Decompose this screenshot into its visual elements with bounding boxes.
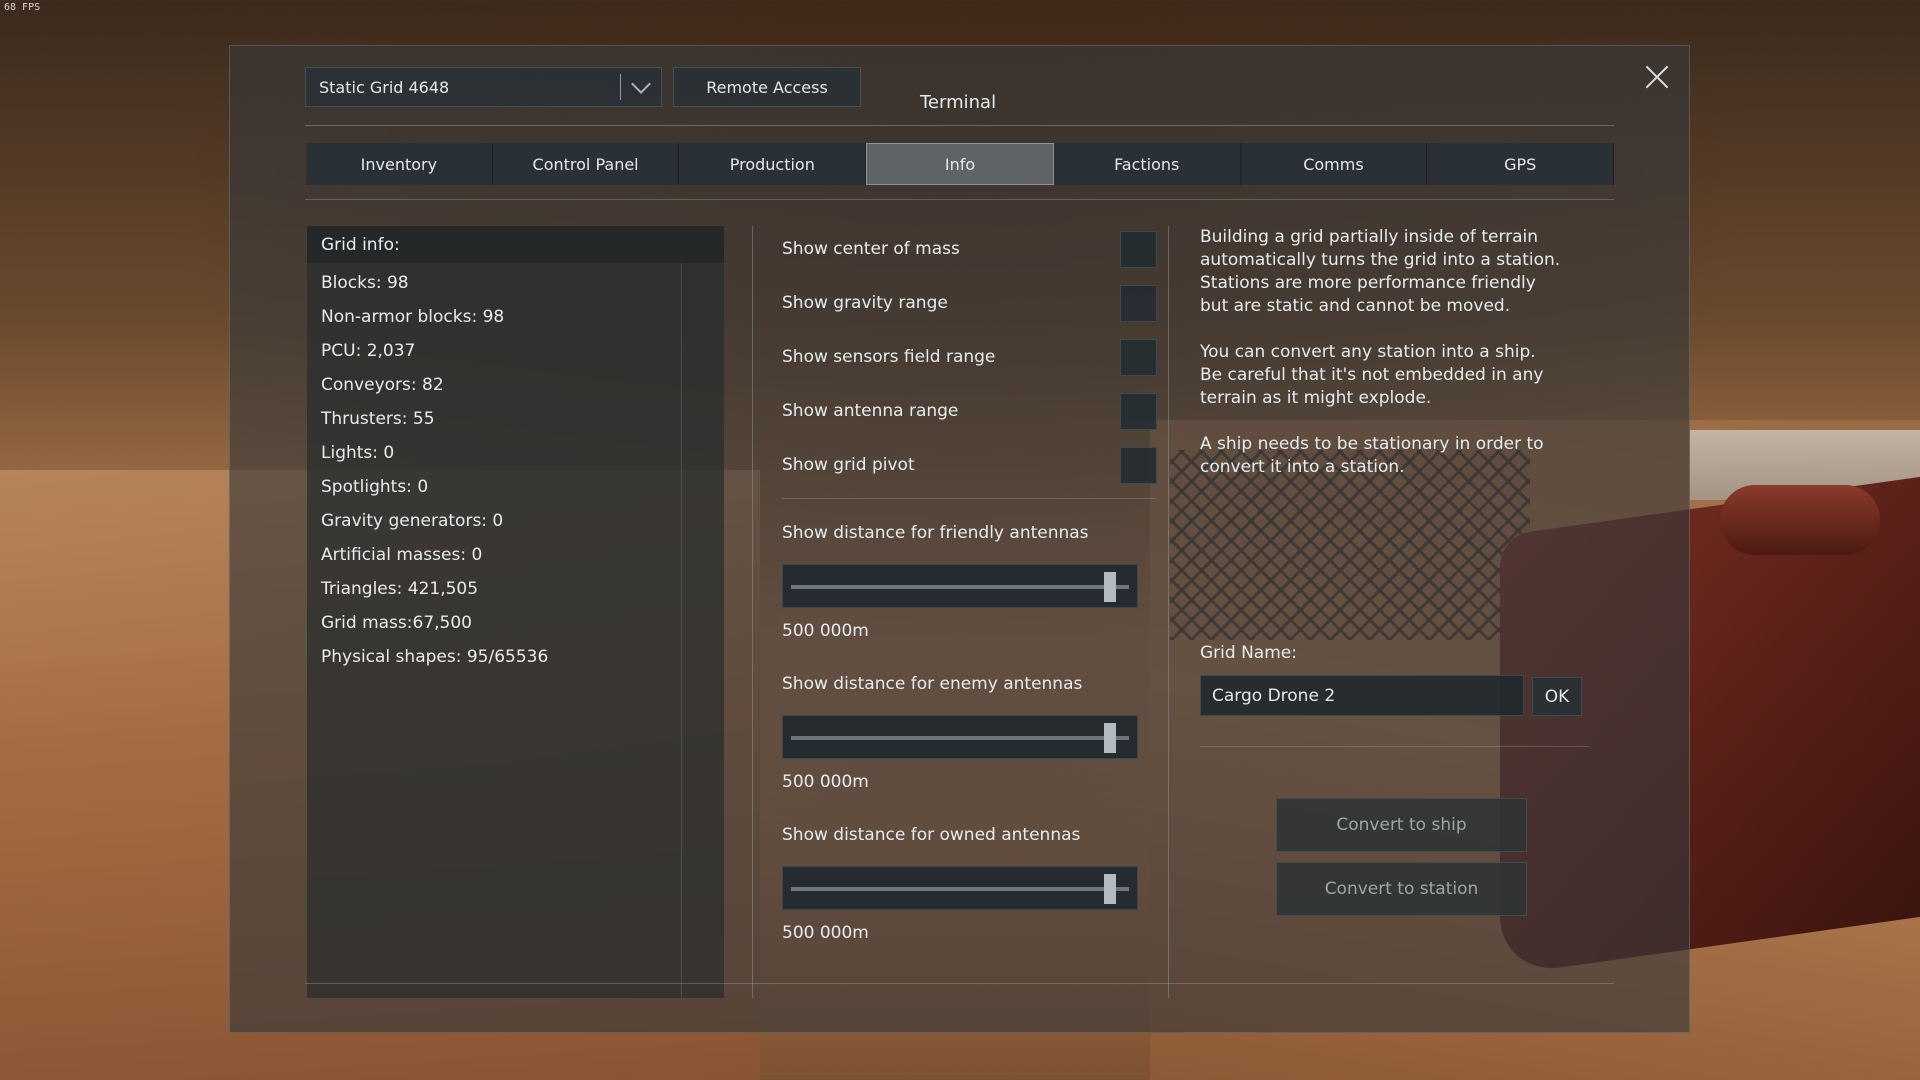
option-sensors-field-range: Show sensors field range — [782, 338, 1157, 376]
fps-counter: 68 FPS — [4, 2, 41, 13]
option-label: Show grid pivot — [782, 455, 915, 475]
column-divider — [1168, 226, 1169, 998]
option-center-of-mass: Show center of mass — [782, 230, 1157, 268]
enemy-antennas-slider[interactable] — [782, 715, 1138, 759]
grid-name-input[interactable] — [1200, 675, 1524, 716]
tab-bar: Inventory Control Panel Production Info … — [306, 143, 1615, 185]
friendly-antennas-value: 500 000m — [782, 621, 869, 641]
scrollbar-track[interactable] — [681, 263, 682, 998]
tab-gps[interactable]: GPS — [1427, 143, 1615, 185]
owned-antennas-label: Show distance for owned antennas — [782, 825, 1081, 845]
divider — [305, 983, 1614, 984]
option-label: Show antenna range — [782, 401, 959, 421]
grid-info-list: Blocks: 98 Non-armor blocks: 98 PCU: 2,0… — [321, 266, 548, 674]
option-antenna-range: Show antenna range — [782, 392, 1157, 430]
grid-info-triangles: Triangles: 421,505 — [321, 579, 479, 599]
slider-track — [791, 887, 1129, 891]
sensors-field-range-checkbox[interactable] — [1120, 338, 1157, 376]
grid-info-pcu: PCU: 2,037 — [321, 341, 416, 361]
grid-info-thrusters: Thrusters: 55 — [321, 409, 435, 429]
divider — [782, 498, 1156, 499]
convert-to-ship-button[interactable]: Convert to ship — [1276, 798, 1527, 852]
tab-factions[interactable]: Factions — [1053, 143, 1241, 185]
tab-production[interactable]: Production — [679, 143, 867, 185]
grid-info-spotlights: Spotlights: 0 — [321, 477, 429, 497]
convert-to-station-button[interactable]: Convert to station — [1276, 862, 1527, 916]
grid-info-blocks: Blocks: 98 — [321, 273, 409, 293]
tab-info[interactable]: Info — [866, 143, 1054, 185]
slider-handle[interactable] — [1103, 874, 1116, 904]
background-ship-pod — [1720, 485, 1880, 555]
option-gravity-range: Show gravity range — [782, 284, 1157, 322]
grid-name-ok-button[interactable]: OK — [1532, 677, 1582, 716]
grid-info-panel: Grid info: Blocks: 98 Non-armor blocks: … — [307, 226, 724, 998]
enemy-antennas-label: Show distance for enemy antennas — [782, 674, 1083, 694]
enemy-antennas-value: 500 000m — [782, 772, 869, 792]
slider-track — [791, 736, 1129, 740]
option-grid-pivot: Show grid pivot — [782, 446, 1157, 484]
divider — [305, 199, 1614, 200]
grid-info-artificial-masses: Artificial masses: 0 — [321, 545, 483, 565]
owned-antennas-slider[interactable] — [782, 866, 1138, 910]
convert-warning: You can convert any station into a ship.… — [1200, 342, 1544, 408]
owned-antennas-value: 500 000m — [782, 923, 869, 943]
stationary-note: A ship needs to be stationary in order t… — [1200, 434, 1544, 477]
grid-selector-value: Static Grid 4648 — [319, 77, 450, 97]
grid-info-lights: Lights: 0 — [321, 443, 395, 463]
gravity-range-checkbox[interactable] — [1120, 284, 1157, 322]
option-label: Show center of mass — [782, 239, 960, 259]
divider — [1200, 746, 1589, 747]
grid-pivot-checkbox[interactable] — [1120, 446, 1157, 484]
tab-inventory[interactable]: Inventory — [306, 143, 493, 185]
terminal-title: Terminal — [920, 92, 997, 113]
grid-name-label: Grid Name: — [1200, 643, 1297, 663]
column-divider — [752, 226, 753, 998]
center-of-mass-checkbox[interactable] — [1120, 230, 1157, 268]
slider-handle[interactable] — [1103, 723, 1116, 753]
antenna-range-checkbox[interactable] — [1120, 392, 1157, 430]
option-label: Show sensors field range — [782, 347, 996, 367]
grid-info-non-armor-blocks: Non-armor blocks: 98 — [321, 307, 505, 327]
station-description: Building a grid partially inside of terr… — [1200, 227, 1561, 316]
terminal-window: Static Grid 4648 Remote Access Terminal … — [229, 45, 1690, 1033]
grid-info-gravity-generators: Gravity generators: 0 — [321, 511, 504, 531]
remote-access-button[interactable]: Remote Access — [673, 67, 861, 107]
friendly-antennas-slider[interactable] — [782, 564, 1138, 608]
close-icon[interactable] — [1638, 60, 1676, 98]
chevron-down-icon[interactable] — [621, 68, 661, 106]
grid-info-grid-mass: Grid mass:67,500 — [321, 613, 472, 633]
slider-track — [791, 585, 1129, 589]
slider-handle[interactable] — [1103, 572, 1116, 602]
tab-control-panel[interactable]: Control Panel — [492, 143, 680, 185]
divider — [305, 125, 1614, 126]
option-label: Show gravity range — [782, 293, 948, 313]
grid-selector-dropdown[interactable]: Static Grid 4648 — [305, 67, 662, 107]
tab-comms[interactable]: Comms — [1240, 143, 1428, 185]
grid-info-physical-shapes: Physical shapes: 95/65536 — [321, 647, 549, 667]
grid-info-header: Grid info: — [307, 226, 724, 263]
grid-info-conveyors: Conveyors: 82 — [321, 375, 444, 395]
friendly-antennas-label: Show distance for friendly antennas — [782, 523, 1089, 543]
